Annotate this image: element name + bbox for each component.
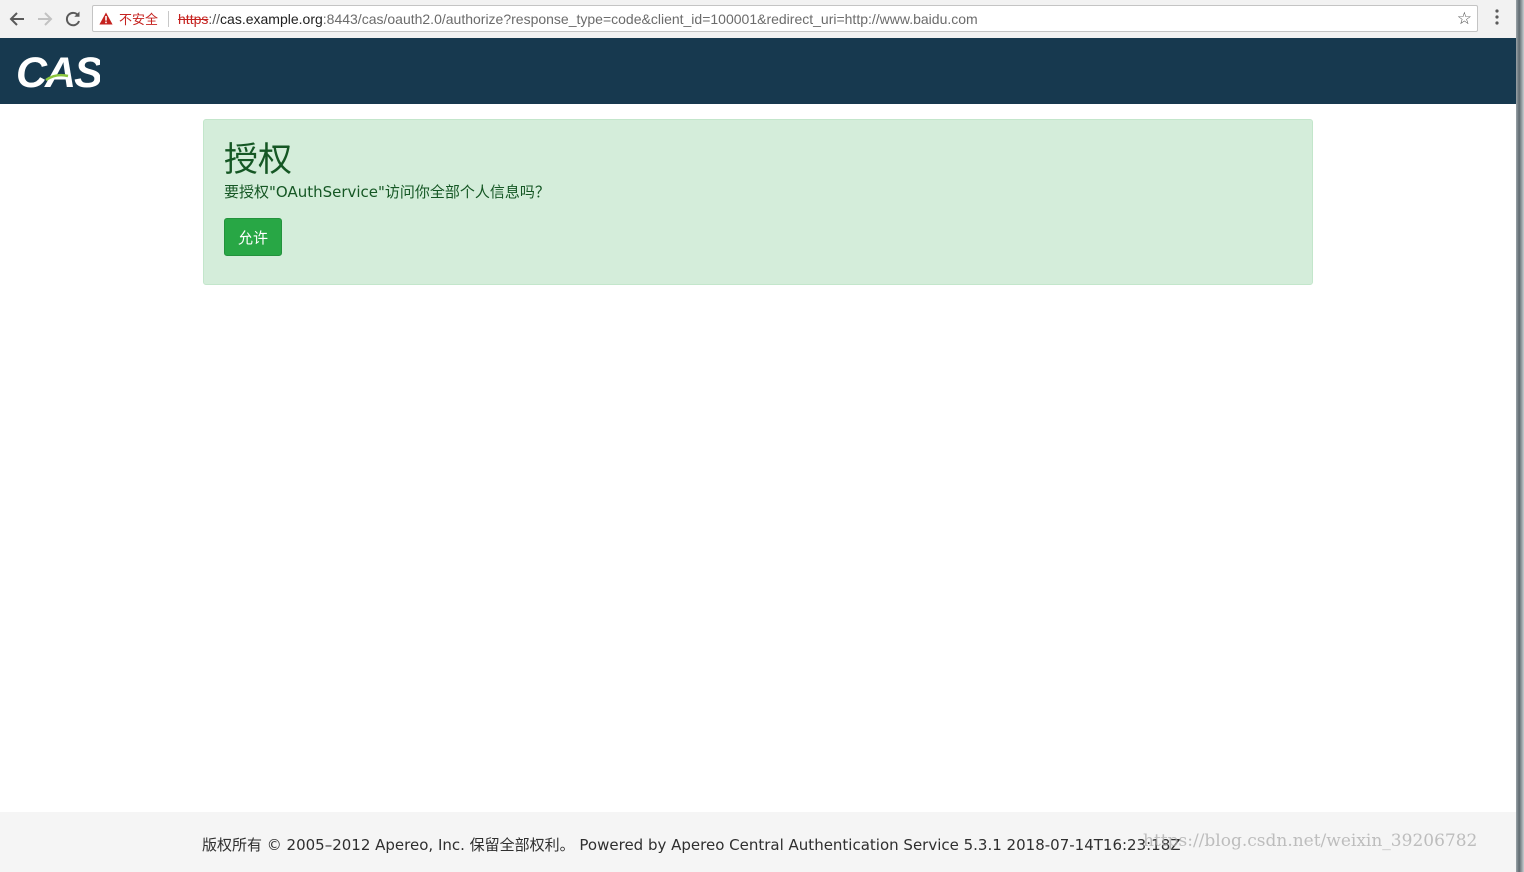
cas-logo: CAS (16, 49, 100, 95)
browser-toolbar: 不安全 https://cas.example.org:8443/cas/oau… (0, 0, 1516, 39)
url-path: :8443/cas/oauth2.0/authorize?response_ty… (322, 10, 978, 27)
allow-button[interactable]: 允许 (224, 218, 282, 256)
authorization-prompt: 要授权"OAuthService"访问你全部个人信息吗？ (224, 183, 550, 201)
security-label[interactable]: 不安全 (119, 9, 158, 28)
back-arrow-icon[interactable] (7, 8, 27, 30)
address-bar[interactable]: 不安全 https://cas.example.org:8443/cas/oau… (92, 5, 1478, 32)
blog-watermark: https://blog.csdn.net/weixin_39206782 (1143, 831, 1478, 851)
copyright-text: 版权所有 © 2005–2012 Apereo, Inc. 保留全部权利。 Po… (202, 836, 1181, 854)
omnibox-divider (168, 10, 170, 27)
url-scheme-separator: :// (208, 10, 221, 27)
authorization-title: 授权 (224, 140, 292, 180)
cas-header: CAS (0, 38, 1516, 104)
authorization-panel: 授权 要授权"OAuthService"访问你全部个人信息吗？ 允许 (203, 119, 1313, 285)
url-host: cas.example.org (220, 10, 323, 27)
url-scheme: https (178, 10, 209, 27)
cas-logo-text: CAS (16, 49, 100, 95)
forward-arrow-icon[interactable] (35, 8, 55, 30)
menu-kebab-icon[interactable] (1490, 9, 1504, 29)
page-root: 不安全 https://cas.example.org:8443/cas/oau… (0, 0, 1524, 872)
bookmark-star-icon[interactable]: ☆ (1457, 9, 1472, 29)
warning-triangle-icon (99, 12, 113, 25)
window-edge (1516, 0, 1524, 872)
reload-icon[interactable] (63, 8, 83, 30)
